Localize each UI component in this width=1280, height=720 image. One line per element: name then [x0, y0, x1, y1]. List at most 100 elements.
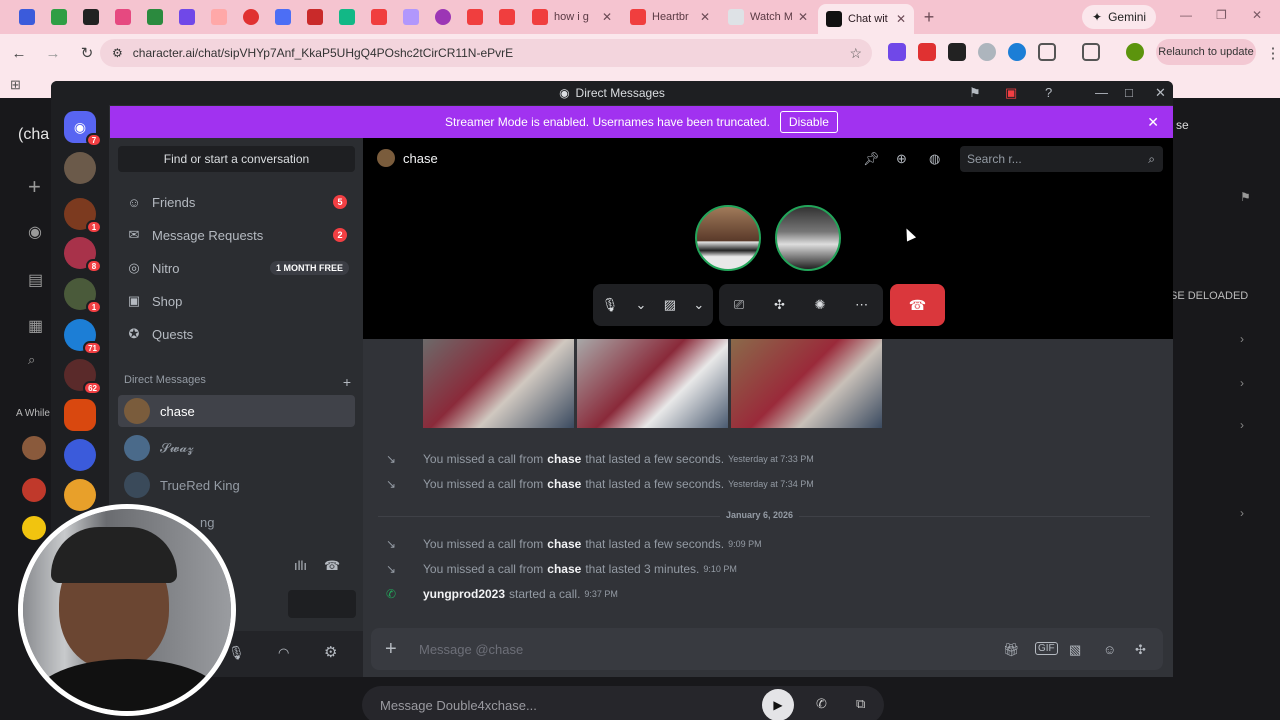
- puzzle-icon[interactable]: [1038, 43, 1056, 61]
- compass-icon[interactable]: ◉: [28, 222, 42, 242]
- site-info-icon[interactable]: ⚙: [112, 46, 123, 60]
- pinned-tab[interactable]: [396, 4, 426, 30]
- chevron-right-icon[interactable]: ›: [1240, 332, 1244, 346]
- close-icon[interactable]: ✕: [700, 10, 710, 24]
- dm-item-chase[interactable]: chase: [118, 395, 355, 427]
- home-button[interactable]: ◉ 7: [64, 111, 102, 147]
- server-icon[interactable]: 71: [64, 319, 102, 355]
- help-icon[interactable]: ?: [1045, 85, 1052, 100]
- pinned-tab[interactable]: [332, 4, 362, 30]
- chevron-right-icon[interactable]: ›: [1240, 418, 1244, 432]
- dm-item[interactable]: TrueRed King: [118, 469, 355, 501]
- server-icon[interactable]: [64, 479, 96, 511]
- gift-icon[interactable]: 🎁︎: [1003, 642, 1020, 658]
- extension-icon[interactable]: [948, 43, 966, 61]
- close-icon[interactable]: ✕: [896, 12, 906, 26]
- forward-icon[interactable]: →: [38, 45, 68, 62]
- server-icon[interactable]: 1: [64, 278, 102, 314]
- settings-gear-icon[interactable]: ⚙: [324, 643, 337, 661]
- minimize-icon[interactable]: —: [1180, 8, 1192, 22]
- server-icon[interactable]: [64, 152, 96, 184]
- soundboard-icon[interactable]: ✺: [815, 297, 826, 313]
- nav-quests[interactable]: ✪ Quests: [118, 318, 355, 350]
- menu-icon[interactable]: ⋮: [1258, 44, 1280, 62]
- close-icon[interactable]: ✕: [1147, 114, 1159, 131]
- disable-streamer-mode-button[interactable]: Disable: [779, 111, 838, 133]
- browser-tab[interactable]: Heartbr ✕: [622, 4, 718, 30]
- avatar[interactable]: [22, 478, 46, 502]
- call-participant-avatar[interactable]: [775, 205, 841, 271]
- image-attachment[interactable]: [577, 339, 728, 428]
- pinned-tab[interactable]: [44, 4, 74, 30]
- pinned-tab[interactable]: [268, 4, 298, 30]
- close-icon[interactable]: ✕: [798, 10, 808, 24]
- apps-icon[interactable]: ✣: [1135, 642, 1146, 658]
- pinned-tab[interactable]: [492, 4, 522, 30]
- gif-icon[interactable]: GIF: [1035, 642, 1058, 655]
- extension-icon[interactable]: [918, 43, 936, 61]
- maximize-icon[interactable]: ❐: [1216, 8, 1227, 22]
- disconnect-call-button[interactable]: ☎: [890, 284, 945, 326]
- browser-tab[interactable]: how i g ✕: [524, 4, 620, 30]
- more-icon[interactable]: ⋯: [855, 297, 868, 313]
- close-icon[interactable]: ✕: [1155, 85, 1166, 101]
- maximize-icon[interactable]: □: [1125, 85, 1133, 100]
- image-attachment[interactable]: [731, 339, 882, 428]
- nav-message-requests[interactable]: ✉ Message Requests 2: [118, 219, 355, 251]
- server-icon[interactable]: 62: [64, 359, 102, 395]
- camera-off-icon[interactable]: ▨: [664, 297, 676, 313]
- tab-search-icon[interactable]: [1082, 43, 1100, 61]
- film-icon[interactable]: ▦: [28, 316, 43, 336]
- pinned-tab[interactable]: [108, 4, 138, 30]
- pinned-tab[interactable]: [428, 4, 458, 30]
- add-friend-icon[interactable]: ⊕: [896, 151, 907, 167]
- address-bar[interactable]: ⚙ character.ai/chat/sipVHYp7Anf_KkaP5UHg…: [100, 39, 872, 67]
- microphone-icon[interactable]: 🎙: [602, 297, 619, 313]
- attach-plus-icon[interactable]: +: [385, 638, 419, 661]
- browser-tab-active[interactable]: Chat wit ✕: [818, 4, 914, 34]
- pinned-tab[interactable]: [204, 4, 234, 30]
- minimize-icon[interactable]: —: [1095, 85, 1108, 100]
- chevron-right-icon[interactable]: ›: [1240, 376, 1244, 390]
- image-attachment[interactable]: [423, 339, 574, 428]
- close-icon[interactable]: ✕: [602, 10, 612, 24]
- character-message-input[interactable]: Message Double4xchase...: [362, 686, 884, 720]
- create-dm-button[interactable]: +: [343, 374, 351, 390]
- bookmark-star-icon[interactable]: ☆: [849, 45, 862, 62]
- extension-icon[interactable]: [888, 43, 906, 61]
- soundboard-button[interactable]: [288, 590, 356, 618]
- sticker-icon[interactable]: ▧: [1069, 642, 1081, 658]
- pinned-tab[interactable]: [12, 4, 42, 30]
- message-username[interactable]: chase: [547, 477, 581, 491]
- screen-share-icon[interactable]: ⎚: [734, 297, 744, 313]
- send-button[interactable]: ▶: [762, 689, 794, 720]
- pinned-tab[interactable]: [172, 4, 202, 30]
- message-username[interactable]: chase: [547, 452, 581, 466]
- pinned-tab[interactable]: [140, 4, 170, 30]
- pinned-tab[interactable]: [300, 4, 330, 30]
- message-username[interactable]: yungprod2023: [423, 587, 505, 601]
- message-username[interactable]: chase: [547, 537, 581, 551]
- browser-tab[interactable]: Watch M ✕: [720, 4, 816, 30]
- nav-friends[interactable]: ☺ Friends 5: [118, 186, 355, 218]
- chevron-right-icon[interactable]: ›: [1240, 506, 1244, 520]
- flag-icon[interactable]: ⚑: [969, 85, 981, 101]
- server-icon[interactable]: 8: [64, 237, 102, 273]
- apps-grid-icon[interactable]: ⊞: [10, 77, 21, 93]
- screen-share-icon[interactable]: ▣: [1005, 85, 1017, 101]
- profile-avatar[interactable]: [1126, 43, 1144, 61]
- profile-icon[interactable]: ◍: [929, 151, 940, 167]
- server-icon[interactable]: [64, 399, 96, 431]
- back-icon[interactable]: ←: [4, 45, 34, 62]
- extension-icon[interactable]: [1008, 43, 1026, 61]
- search-icon[interactable]: ⌕: [28, 352, 35, 368]
- server-icon[interactable]: 1: [64, 198, 102, 234]
- message-username[interactable]: chase: [547, 562, 581, 576]
- relaunch-button[interactable]: Relaunch to update: [1156, 39, 1256, 65]
- call-participant-avatar[interactable]: [695, 205, 761, 271]
- find-conversation-button[interactable]: Find or start a conversation: [118, 146, 355, 172]
- pinned-tab[interactable]: [460, 4, 490, 30]
- nav-nitro[interactable]: ◎ Nitro 1 MONTH FREE: [118, 252, 355, 284]
- search-input[interactable]: Search r... ⌕: [960, 146, 1163, 172]
- pinned-tab[interactable]: [236, 4, 266, 30]
